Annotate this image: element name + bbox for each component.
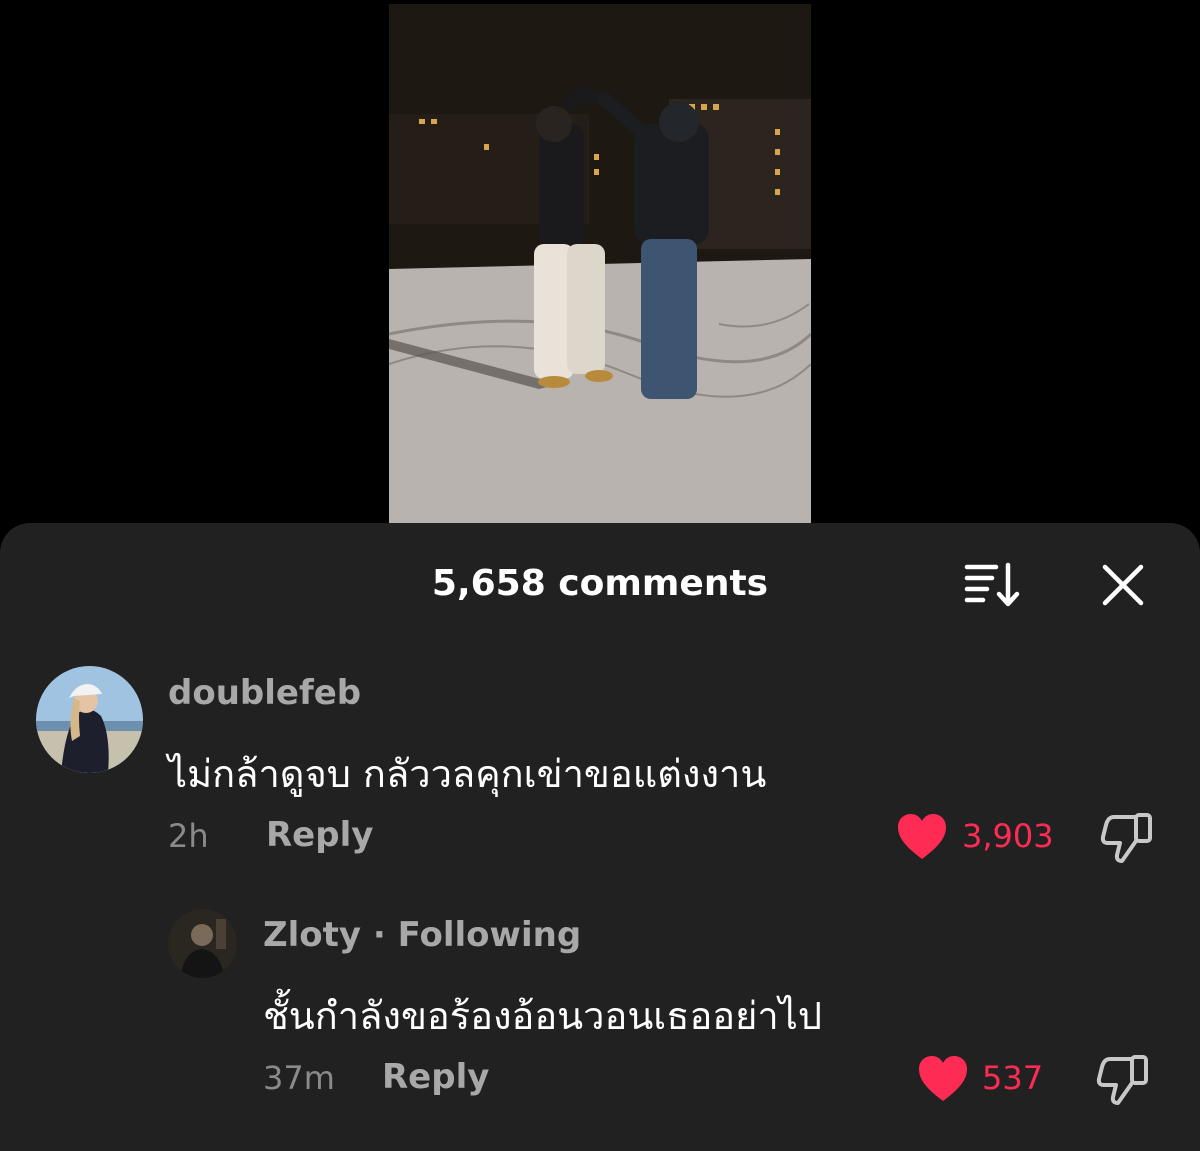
video-thumbnail[interactable] bbox=[389, 4, 811, 524]
comment-username[interactable]: doublefeb bbox=[168, 673, 361, 713]
reply-time: 37m bbox=[263, 1059, 335, 1097]
reply-button[interactable]: Reply bbox=[266, 815, 373, 855]
dislike-icon[interactable] bbox=[1096, 1053, 1150, 1111]
comment-text: ไม่กล้าดูจบ กลัววลคุกเข่าขอแต่งงาน bbox=[168, 752, 767, 796]
dislike-icon[interactable] bbox=[1100, 811, 1154, 869]
comments-sheet: 5,658 comments doublefeb ไม่กล้าดูจบ กลั… bbox=[0, 523, 1200, 1151]
close-icon[interactable] bbox=[1097, 559, 1149, 611]
heart-icon[interactable] bbox=[896, 813, 948, 865]
avatar[interactable] bbox=[168, 909, 237, 978]
like-count: 537 bbox=[982, 1059, 1044, 1097]
reply-text: ชั้นกำลังขอร้องอ้อนวอนเธออย่าไป bbox=[263, 994, 822, 1038]
video-area bbox=[0, 0, 1200, 530]
heart-icon[interactable] bbox=[917, 1055, 969, 1107]
reply-username[interactable]: Zloty · Following bbox=[263, 915, 581, 955]
reply-button[interactable]: Reply bbox=[382, 1057, 489, 1097]
avatar[interactable] bbox=[36, 666, 143, 773]
video-scene bbox=[389, 4, 811, 524]
comment-time: 2h bbox=[168, 817, 209, 855]
like-count: 3,903 bbox=[962, 817, 1054, 855]
sort-icon[interactable] bbox=[960, 559, 1022, 611]
